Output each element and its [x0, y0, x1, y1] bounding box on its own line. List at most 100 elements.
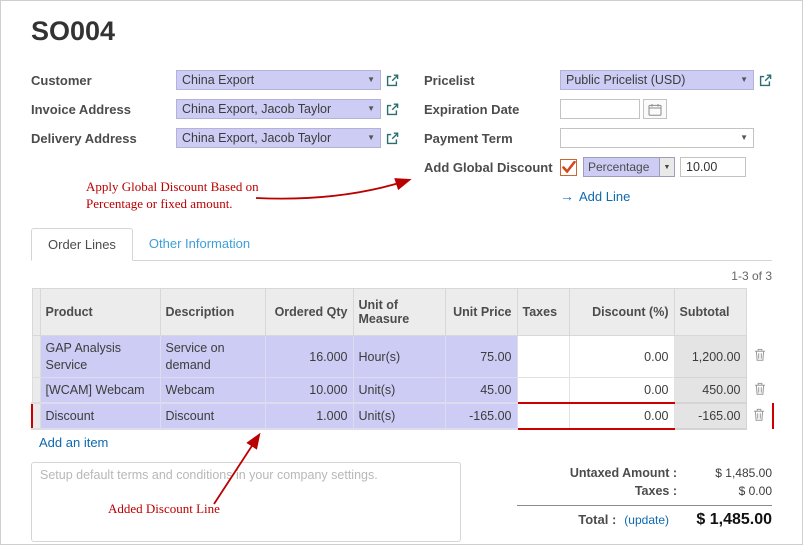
global-discount-checkbox[interactable]	[560, 159, 577, 176]
col-header-product[interactable]: Product	[40, 289, 160, 336]
col-header-description[interactable]: Description	[160, 289, 265, 336]
chevron-down-icon[interactable]: ▼	[659, 158, 674, 176]
delete-column-header	[746, 289, 773, 336]
trash-icon[interactable]	[753, 408, 765, 421]
payment-term-label: Payment Term	[424, 131, 560, 146]
delivery-address-field[interactable]: China Export, Jacob Taylor ▼	[176, 128, 381, 148]
table-row-discount-highlighted[interactable]: Discount Discount 1.000 Unit(s) -165.00 …	[32, 403, 773, 429]
cell-discount[interactable]: 0.00	[569, 377, 674, 403]
cell-unit-of-measure[interactable]: Hour(s)	[353, 336, 445, 378]
notebook-tabs: Order Lines Other Information	[31, 228, 772, 261]
cell-product[interactable]: GAP Analysis Service	[40, 336, 160, 378]
cell-description[interactable]: Service on demand	[160, 336, 265, 378]
delete-row-cell[interactable]	[746, 377, 773, 403]
cell-product[interactable]: [WCAM] Webcam	[40, 377, 160, 403]
amounts-summary: Untaxed Amount : $ 1,485.00 Taxes : $ 0.…	[517, 462, 772, 542]
sales-order-page: SO004 Customer China Export ▼ Invoice Ad…	[0, 0, 803, 545]
col-header-unit-of-measure[interactable]: Unit of Measure	[353, 289, 445, 336]
row-handle[interactable]	[32, 336, 40, 378]
taxes-row: Taxes : $ 0.00	[517, 482, 772, 500]
cell-discount[interactable]: 0.00	[569, 403, 674, 429]
cell-product[interactable]: Discount	[40, 403, 160, 429]
cell-unit-price[interactable]: 75.00	[445, 336, 517, 378]
cell-unit-price[interactable]: -165.00	[445, 403, 517, 429]
chevron-down-icon[interactable]: ▼	[363, 105, 375, 113]
cell-unit-of-measure[interactable]: Unit(s)	[353, 377, 445, 403]
trash-icon[interactable]	[754, 348, 766, 361]
row-handle[interactable]	[32, 403, 40, 429]
pricelist-row: Pricelist Public Pricelist (USD) ▼	[424, 69, 772, 91]
form-right-column: Pricelist Public Pricelist (USD) ▼ Expir…	[424, 69, 772, 214]
customer-label: Customer	[31, 73, 176, 88]
order-lines-table: Product Description Ordered Qty Unit of …	[31, 288, 774, 430]
discount-type-select[interactable]: Percentage ▼	[583, 157, 675, 177]
customer-field[interactable]: China Export ▼	[176, 70, 381, 90]
cell-discount[interactable]: 0.00	[569, 336, 674, 378]
table-row[interactable]: [WCAM] Webcam Webcam 10.000 Unit(s) 45.0…	[32, 377, 773, 403]
discount-amount-input[interactable]	[680, 157, 746, 177]
add-line-arrow-icon: →	[560, 188, 574, 204]
pager: 1-3 of 3	[31, 269, 772, 283]
taxes-value: $ 0.00	[677, 484, 772, 498]
tab-other-information[interactable]: Other Information	[133, 228, 266, 260]
update-total-link[interactable]: (update)	[624, 513, 669, 527]
cell-subtotal[interactable]: 1,200.00	[674, 336, 746, 378]
col-header-taxes[interactable]: Taxes	[517, 289, 569, 336]
add-an-item-link[interactable]: Add an item	[39, 435, 108, 450]
cell-subtotal[interactable]: -165.00	[674, 403, 746, 429]
global-discount-label: Add Global Discount	[424, 160, 560, 175]
add-line-link[interactable]: Add Line	[579, 189, 630, 204]
total-value: $ 1,485.00	[677, 511, 772, 529]
taxes-label: Taxes :	[517, 484, 677, 498]
chevron-down-icon[interactable]: ▼	[363, 134, 375, 142]
col-header-discount[interactable]: Discount (%)	[569, 289, 674, 336]
chevron-down-icon[interactable]: ▼	[363, 76, 375, 84]
tab-order-lines[interactable]: Order Lines	[31, 228, 133, 261]
col-header-subtotal[interactable]: Subtotal	[674, 289, 746, 336]
cell-taxes[interactable]	[517, 403, 569, 429]
cell-taxes[interactable]	[517, 377, 569, 403]
trash-icon[interactable]	[754, 382, 766, 395]
form-left-column: Customer China Export ▼ Invoice Address …	[31, 69, 424, 214]
cell-unit-price[interactable]: 45.00	[445, 377, 517, 403]
col-header-ordered-qty[interactable]: Ordered Qty	[265, 289, 353, 336]
cell-taxes[interactable]	[517, 336, 569, 378]
cell-ordered-qty[interactable]: 1.000	[265, 403, 353, 429]
calendar-icon[interactable]	[643, 99, 667, 119]
external-link-icon[interactable]	[386, 132, 399, 145]
delivery-address-value: China Export, Jacob Taylor	[182, 131, 331, 145]
invoice-address-field[interactable]: China Export, Jacob Taylor ▼	[176, 99, 381, 119]
invoice-address-value: China Export, Jacob Taylor	[182, 102, 331, 116]
external-link-icon[interactable]	[386, 74, 399, 87]
chevron-down-glyph: ▼	[664, 164, 671, 171]
expiration-date-input[interactable]	[560, 99, 640, 119]
row-handle[interactable]	[32, 377, 40, 403]
terms-and-conditions-textarea[interactable]	[31, 462, 461, 542]
customer-value: China Export	[182, 73, 254, 87]
cell-ordered-qty[interactable]: 10.000	[265, 377, 353, 403]
cell-ordered-qty[interactable]: 16.000	[265, 336, 353, 378]
payment-term-select[interactable]: ▼	[560, 128, 754, 148]
cell-unit-of-measure[interactable]: Unit(s)	[353, 403, 445, 429]
delete-row-cell[interactable]	[746, 336, 773, 378]
page-title: SO004	[31, 15, 802, 47]
chevron-down-icon[interactable]: ▼	[736, 134, 748, 142]
delivery-address-label: Delivery Address	[31, 131, 176, 146]
untaxed-amount-value: $ 1,485.00	[677, 466, 772, 480]
untaxed-amount-label: Untaxed Amount :	[517, 466, 677, 480]
cell-subtotal[interactable]: 450.00	[674, 377, 746, 403]
external-link-icon[interactable]	[759, 74, 772, 87]
cell-description[interactable]: Webcam	[160, 377, 265, 403]
delivery-address-row: Delivery Address China Export, Jacob Tay…	[31, 127, 424, 149]
table-row[interactable]: GAP Analysis Service Service on demand 1…	[32, 336, 773, 378]
customer-row: Customer China Export ▼	[31, 69, 424, 91]
cell-description[interactable]: Discount	[160, 403, 265, 429]
pricelist-value: Public Pricelist (USD)	[566, 73, 685, 87]
external-link-icon[interactable]	[386, 103, 399, 116]
footer-section: Untaxed Amount : $ 1,485.00 Taxes : $ 0.…	[31, 462, 772, 542]
chevron-down-icon[interactable]: ▼	[736, 76, 748, 84]
pricelist-field[interactable]: Public Pricelist (USD) ▼	[560, 70, 754, 90]
delete-row-cell[interactable]	[746, 403, 773, 429]
col-header-unit-price[interactable]: Unit Price	[445, 289, 517, 336]
handle-column-header	[32, 289, 40, 336]
